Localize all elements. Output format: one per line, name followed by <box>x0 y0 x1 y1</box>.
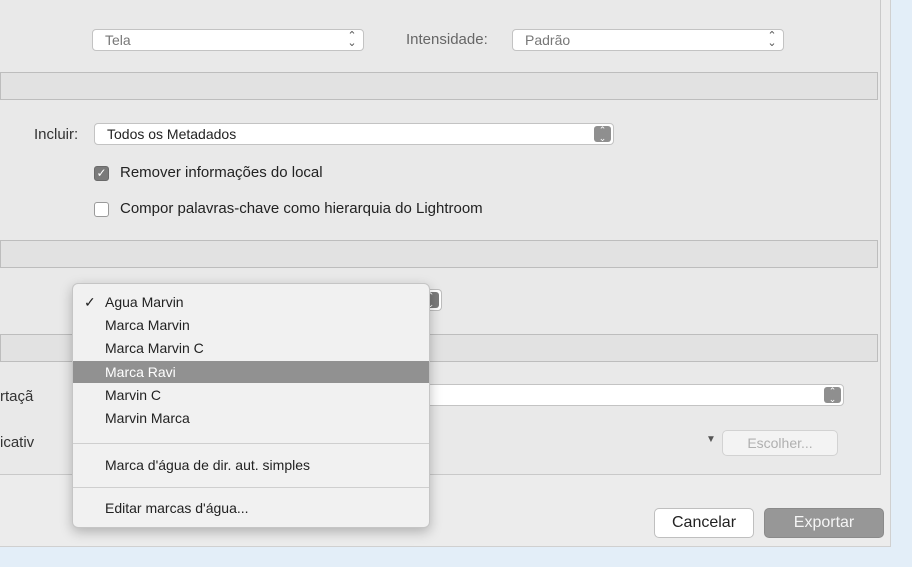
screen-select[interactable]: Tela ⌃ ⌄ <box>92 29 364 51</box>
include-label: Incluir: <box>34 126 79 143</box>
menu-item-agua-marvin[interactable]: ✓ Agua Marvin <box>73 291 429 313</box>
choose-application-button[interactable]: Escolher... <box>722 430 838 456</box>
after-export-select[interactable]: ⌃ ⌄ <box>420 384 844 406</box>
section-header-watermark[interactable] <box>0 240 878 268</box>
export-button-label: Exportar <box>793 514 855 531</box>
updown-arrows-icon: ⌃ ⌄ <box>347 30 357 49</box>
export-button[interactable]: Exportar <box>764 508 884 538</box>
screen-select-value: Tela <box>105 32 131 48</box>
menu-item-marca-marvin[interactable]: Marca Marvin <box>73 314 429 336</box>
include-metadata-value: Todos os Metadados <box>107 126 237 142</box>
menu-item-edit-watermarks[interactable]: Editar marcas d'água... <box>73 497 429 519</box>
menu-item-marca-ravi[interactable]: Marca Ravi <box>73 361 429 383</box>
menu-item-simple-copyright[interactable]: Marca d'água de dir. aut. simples <box>73 454 429 476</box>
menu-item-label: Marca Marvin C <box>105 340 204 356</box>
cancel-button[interactable]: Cancelar <box>654 508 754 538</box>
intensity-label: Intensidade: <box>406 31 488 48</box>
choose-button-label: Escolher... <box>747 435 813 451</box>
menu-item-label: Marca Marvin <box>105 317 190 333</box>
menu-item-marca-marvin-c[interactable]: Marca Marvin C <box>73 337 429 359</box>
updown-arrows-icon: ⌃ ⌄ <box>767 30 777 49</box>
cancel-button-label: Cancelar <box>671 514 737 531</box>
menu-item-label: Editar marcas d'água... <box>105 500 249 516</box>
menu-separator <box>73 487 429 488</box>
updown-arrows-icon: ⌃ ⌄ <box>594 126 611 143</box>
menu-separator <box>73 443 429 444</box>
compose-keywords-checkbox[interactable] <box>94 202 109 217</box>
after-export-label: rtaçã <box>0 388 34 405</box>
updown-arrows-icon: ⌃ ⌄ <box>824 387 841 404</box>
checkmark-icon: ✓ <box>84 294 96 310</box>
menu-item-marvin-marca[interactable]: Marvin Marca <box>73 407 429 429</box>
menu-item-label: Marca Ravi <box>105 364 176 380</box>
remove-location-label: Remover informações do local <box>120 164 323 181</box>
menu-item-marvin-c[interactable]: Marvin C <box>73 384 429 406</box>
include-metadata-select[interactable]: Todos os Metadados ⌃ ⌄ <box>94 123 614 145</box>
menu-item-label: Agua Marvin <box>105 294 184 310</box>
section-header-metadata[interactable] <box>0 72 878 100</box>
application-label: icativ <box>0 434 35 451</box>
menu-item-label: Marca d'água de dir. aut. simples <box>105 457 311 473</box>
remove-location-checkbox[interactable]: ✓ <box>94 166 109 181</box>
menu-item-label: Marvin C <box>105 387 162 403</box>
intensity-select-value: Padrão <box>525 32 571 48</box>
dropdown-triangle-icon[interactable]: ▼ <box>706 434 716 445</box>
watermark-dropdown-menu: ✓ Agua Marvin Marca Marvin Marca Marvin … <box>72 283 430 528</box>
menu-item-label: Marvin Marca <box>105 410 190 426</box>
compose-keywords-label: Compor palavras-chave como hierarquia do… <box>120 200 483 217</box>
intensity-select[interactable]: Padrão ⌃ ⌄ <box>512 29 784 51</box>
